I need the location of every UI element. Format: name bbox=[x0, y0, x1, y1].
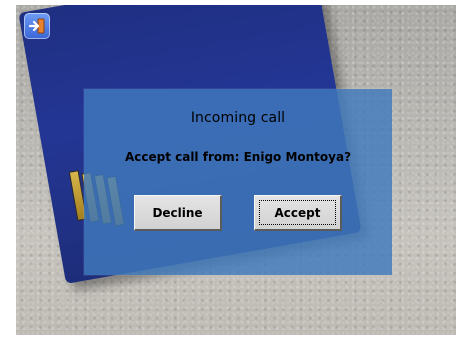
dialog-message: Accept call from: Enigo Montoya? bbox=[124, 150, 352, 164]
accept-button-label: Accept bbox=[274, 205, 321, 220]
decline-button-label: Decline bbox=[152, 205, 203, 220]
dialog-title: Incoming call bbox=[190, 110, 286, 126]
login-arrow-glyph bbox=[28, 18, 45, 34]
login-arrow-icon[interactable] bbox=[24, 13, 50, 39]
decline-button[interactable]: Decline bbox=[134, 195, 222, 231]
incoming-call-dialog: Incoming call Accept call from: Enigo Mo… bbox=[84, 89, 392, 275]
device-screen: Incoming call Accept call from: Enigo Mo… bbox=[16, 5, 456, 335]
accept-button[interactable]: Accept bbox=[254, 195, 342, 231]
